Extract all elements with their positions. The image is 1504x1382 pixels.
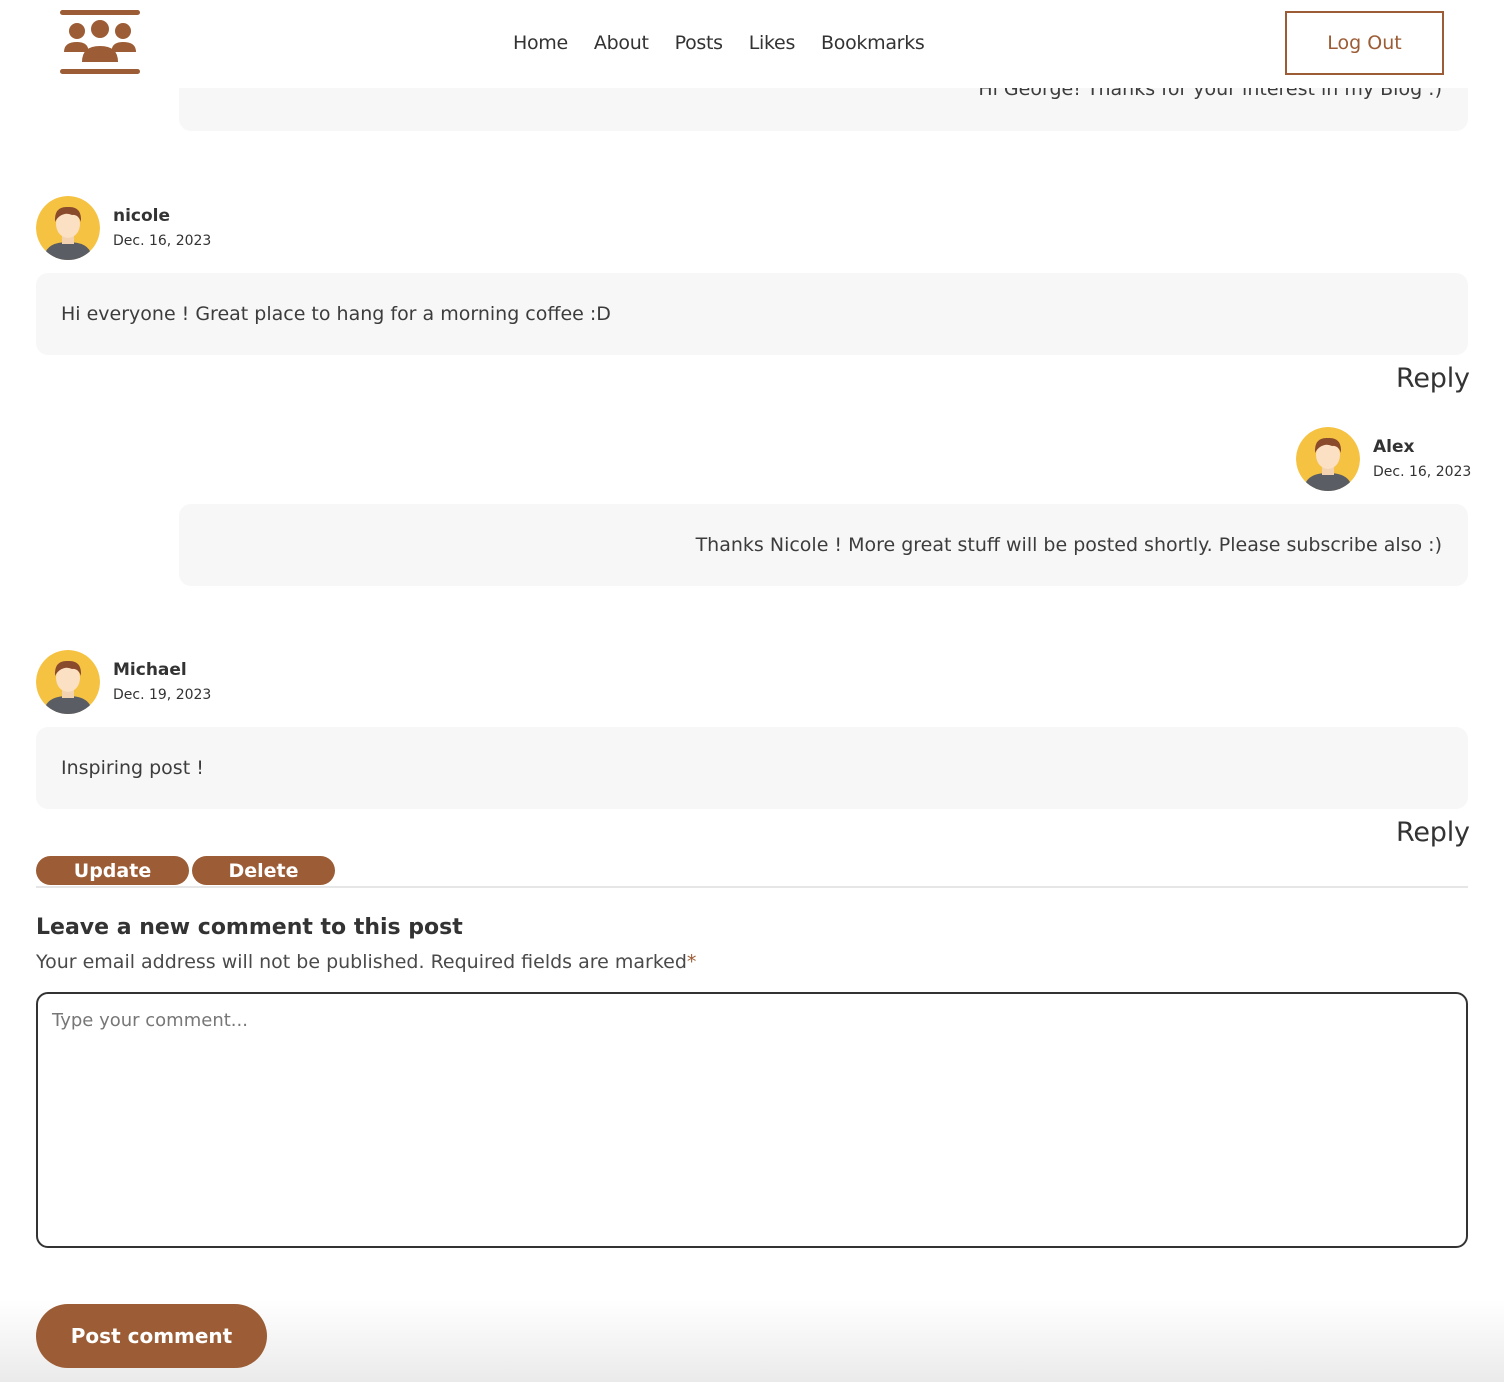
avatar	[36, 196, 100, 260]
nav-home[interactable]: Home	[513, 28, 568, 58]
reply-author: Alex	[1373, 437, 1415, 457]
reply-date: Dec. 16, 2023	[1373, 464, 1472, 480]
logout-button[interactable]: Log Out	[1285, 11, 1444, 75]
avatar	[36, 650, 100, 714]
main-nav: Home About Posts Likes Bookmarks	[513, 28, 925, 58]
comment-text: Hi everyone ! Great place to hang for a …	[61, 303, 611, 325]
avatar	[1296, 427, 1360, 491]
reply-comment-text: Thanks Nicole ! More great stuff will be…	[695, 534, 1442, 556]
nav-about[interactable]: About	[594, 28, 649, 58]
comment-author: nicole	[113, 206, 171, 226]
comment-form-title: Leave a new comment to this post	[36, 915, 463, 940]
comment-textarea[interactable]	[36, 992, 1468, 1248]
comment-date: Dec. 19, 2023	[113, 687, 212, 703]
comment-body: Inspiring post !	[36, 727, 1468, 809]
community-logo-icon[interactable]	[60, 10, 140, 76]
divider	[36, 886, 1468, 888]
nav-bookmarks[interactable]: Bookmarks	[821, 28, 925, 58]
comment-form-note: Your email address will not be published…	[36, 951, 696, 973]
post-comment-button[interactable]: Post comment	[36, 1304, 267, 1368]
comment-body: Hi everyone ! Great place to hang for a …	[36, 273, 1468, 355]
reply-link[interactable]: Reply	[1396, 817, 1470, 848]
reply-link[interactable]: Reply	[1396, 363, 1470, 394]
required-note-text: Your email address will not be published…	[36, 951, 687, 973]
comment-text: Inspiring post !	[61, 757, 204, 779]
comment-author: Michael	[113, 660, 187, 680]
comment-date: Dec. 16, 2023	[113, 233, 212, 249]
nav-likes[interactable]: Likes	[749, 28, 796, 58]
required-marker: *	[686, 951, 697, 973]
reply-comment-body: Thanks Nicole ! More great stuff will be…	[179, 504, 1468, 586]
update-button[interactable]: Update	[36, 856, 189, 885]
nav-posts[interactable]: Posts	[675, 28, 723, 58]
site-header: Home About Posts Likes Bookmarks Log Out	[0, 0, 1504, 88]
delete-button[interactable]: Delete	[192, 856, 335, 885]
